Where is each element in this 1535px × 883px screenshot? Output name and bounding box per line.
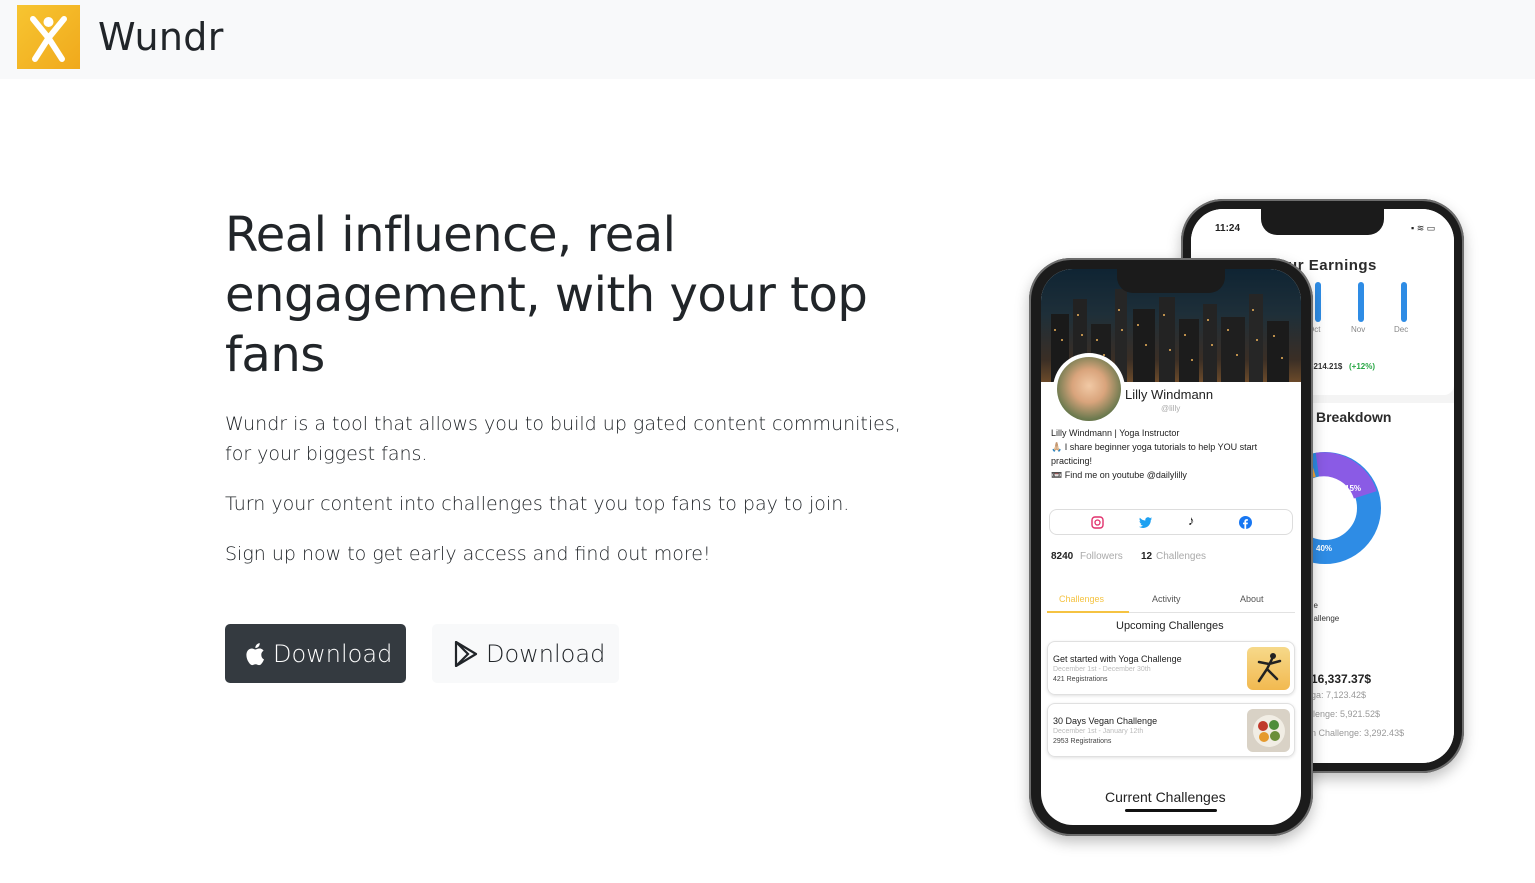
earnings-total: 16,337.37$ (1311, 672, 1372, 686)
profile-phone-mockup: Lilly Windmann @lilly Lilly Windmann | Y… (1029, 258, 1313, 836)
profile-screen: Lilly Windmann @lilly Lilly Windmann | Y… (1041, 269, 1301, 825)
challenges-label: Challenges (1156, 551, 1207, 562)
status-time: 11:24 (1215, 223, 1241, 234)
challenges-count: 12 (1141, 551, 1153, 562)
bio-line: Lilly Windmann | Yoga Instructor (1051, 428, 1180, 438)
breakdown-title: Breakdown (1316, 409, 1392, 425)
upcoming-challenges-title: Upcoming Challenges (1116, 620, 1224, 632)
phone-notch (1117, 269, 1225, 293)
donut-label: 15% (1345, 484, 1362, 493)
tiktok-icon[interactable]: ♪ (1188, 513, 1195, 528)
brand-link[interactable]: Wundr (17, 5, 224, 69)
profile-name: Lilly Windmann (1125, 387, 1214, 402)
avatar[interactable] (1057, 357, 1121, 421)
hero-title: Real influence, real engagement, with yo… (225, 207, 868, 383)
avatar-ring (1053, 353, 1125, 425)
tab-about[interactable]: About (1240, 594, 1264, 604)
earnings-line: ga: 7,123.42$ (1311, 690, 1367, 700)
challenge-dates: December 1st - December 30th (1053, 666, 1151, 673)
challenge-registrations: 421 Registrations (1053, 676, 1108, 683)
earnings-line: n Challenge: 3,292.43$ (1311, 728, 1405, 738)
brand-name: Wundr (98, 15, 224, 59)
challenge-title: 30 Days Vegan Challenge (1053, 716, 1158, 726)
earnings-line: llenge: 5,921.52$ (1311, 709, 1381, 719)
bio-line: 📼 Find me on youtube @dailylilly (1051, 470, 1187, 480)
status-icons: ▪ ≋ ▭ (1411, 223, 1436, 233)
bio-line: practicing! (1051, 456, 1093, 466)
current-challenges-title: Current Challenges (1105, 789, 1226, 805)
challenge-dates: December 1st - January 12th (1053, 728, 1144, 735)
hero-paragraph-2: Turn your content into challenges that y… (225, 493, 850, 515)
month-label: Dec (1394, 325, 1409, 334)
google-play-download-label: Download (486, 639, 606, 668)
legend-fragment: hallenge (1309, 614, 1340, 623)
google-play-icon (454, 640, 478, 667)
twitter-icon[interactable] (1139, 516, 1153, 529)
phone-notch (1261, 209, 1384, 235)
challenge-card[interactable]: 30 Days Vegan Challenge December 1st - J… (1047, 703, 1295, 757)
yoga-challenge-thumbnail (1247, 647, 1290, 690)
tab-activity[interactable]: Activity (1152, 594, 1181, 604)
chart-bar (1401, 282, 1407, 322)
bio-line: 🙏🏼 I share beginner yoga tutorials to he… (1051, 442, 1258, 452)
challenge-card[interactable]: Get started with Yoga Challenge December… (1047, 641, 1295, 695)
month-label: Nov (1351, 325, 1366, 334)
apple-icon (245, 642, 265, 666)
followers-label: Followers (1080, 551, 1123, 562)
active-tab-indicator (1047, 611, 1129, 613)
hero-paragraph-1: Wundr is a tool that allows you to build… (225, 413, 901, 465)
tab-challenges[interactable]: Challenges (1059, 594, 1104, 604)
social-links-bar: ♪ (1049, 509, 1293, 535)
challenge-title: Get started with Yoga Challenge (1053, 654, 1182, 664)
hero-paragraph-3: Sign up now to get early access and find… (225, 543, 711, 565)
tab-divider (1129, 612, 1295, 613)
wundr-logo-icon (17, 5, 80, 69)
challenge-registrations: 2953 Registrations (1053, 738, 1112, 745)
facebook-icon[interactable] (1239, 516, 1252, 529)
profile-handle: @lilly (1161, 404, 1181, 413)
chart-bar (1315, 282, 1321, 322)
app-store-download-button[interactable]: Download (225, 624, 406, 683)
vegan-challenge-thumbnail (1247, 709, 1290, 752)
earnings-summary-value: 6214.21$ (1309, 362, 1343, 371)
home-indicator (1125, 809, 1217, 812)
followers-count: 8240 (1051, 551, 1074, 562)
donut-label: 40% (1316, 544, 1333, 553)
chart-bar (1358, 282, 1364, 322)
instagram-icon[interactable] (1091, 516, 1104, 529)
navbar: Wundr (0, 0, 1535, 79)
google-play-download-button[interactable]: Download (432, 624, 619, 683)
earnings-summary-change: (+12%) (1349, 362, 1376, 371)
app-store-download-label: Download (273, 639, 393, 668)
